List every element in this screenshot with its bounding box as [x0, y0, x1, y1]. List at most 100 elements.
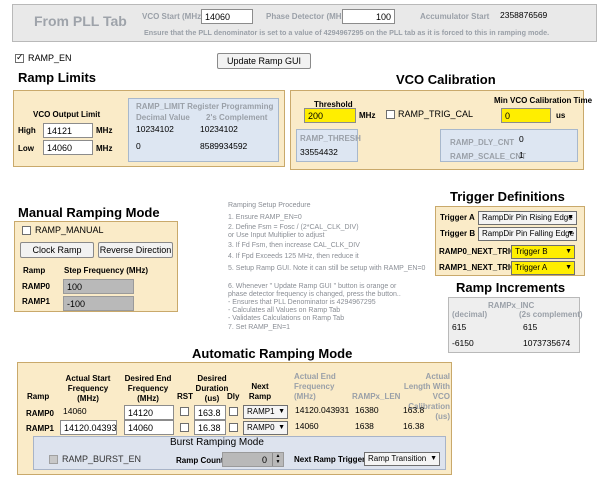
chevron-down-icon: ▼	[430, 455, 437, 462]
vco-start-label: VCO Start (MHz)	[142, 12, 204, 21]
automatic-ramping-title: Automatic Ramping Mode	[192, 346, 353, 361]
ramp-count-spinner[interactable]: ▲ ▼	[272, 453, 283, 466]
chevron-down-icon: ▼	[278, 408, 285, 415]
ramp-trig-cal-checkbox[interactable]	[386, 110, 395, 119]
ramp-increments-title: Ramp Increments	[456, 280, 566, 295]
ramp-trig-cal-label: RAMP_TRIG_CAL	[398, 109, 474, 119]
ramp-en-checkbox[interactable]	[15, 52, 24, 63]
ramp-dly-cnt-label: RAMP_DLY_CNT	[450, 138, 515, 147]
procedure-line: 5. Setup Ramp GUI. Note it can still be …	[228, 265, 426, 272]
auto-ramp1-desired-end-field[interactable]: 14060	[124, 420, 174, 435]
auto-ramp1-duration-field[interactable]: 16.38	[194, 420, 226, 435]
auto-ramp1-len: 1638	[355, 421, 374, 431]
auto-ramp1-rst-checkbox[interactable]	[180, 423, 189, 432]
chevron-down-icon: ▼	[567, 230, 574, 237]
update-ramp-gui-button[interactable]: Update Ramp GUI	[217, 53, 311, 69]
inc-complement-col: (2s complement)	[519, 310, 583, 319]
inc-row0-complement: 615	[523, 322, 538, 332]
ramp-scale-cnt-value: 1	[519, 150, 524, 160]
chevron-down-icon: ▼	[565, 264, 572, 271]
phase-detector-label: Phase Detector (MHz)	[266, 12, 349, 21]
burst-ramping-title: Burst Ramping Mode	[170, 437, 264, 448]
low-complement-value: 8589934592	[200, 141, 248, 151]
trigger-b-label: Trigger B	[440, 229, 476, 238]
auto-ramp-col: Ramp	[27, 392, 50, 401]
register-programming-title: RAMP_LIMIT Register Programming	[136, 102, 274, 111]
ramp1-next-trig-value: Trigger A	[515, 263, 548, 272]
clock-ramp-button[interactable]: Clock Ramp	[20, 242, 94, 258]
trigger-b-select[interactable]: RampDir Pin Falling Edge ▼	[478, 227, 577, 241]
ramp-count-value: 0	[261, 455, 267, 465]
min-cal-time-label: Min VCO Calibration Time	[494, 96, 593, 105]
procedure-line: - Validates Calculations on Ramp Tab	[228, 315, 345, 322]
auto-ramp0-actual-end: 14120.043931	[295, 405, 350, 415]
denominator-notice: Ensure that the PLL denominator is set t…	[144, 28, 550, 37]
high-complement-value: 10234102	[200, 124, 238, 134]
vco-calibration-title: VCO Calibration	[396, 72, 496, 87]
auto-ramp0-actual-length: 163.8	[403, 405, 425, 415]
auto-ramp0-label: RAMP0	[26, 409, 55, 418]
low-limit-field[interactable]: 14060	[43, 140, 93, 155]
high-limit-field[interactable]: 14121	[43, 123, 93, 138]
manual-step-col: Step Frequency (MHz)	[64, 266, 149, 275]
chevron-down-icon: ▼	[567, 214, 574, 221]
manual-ramp1-step-field[interactable]: -100	[63, 296, 134, 311]
ramp0-next-trig-value: Trigger B	[515, 247, 548, 256]
vco-start-field[interactable]: 14060	[201, 9, 253, 24]
trigger-definitions-title: Trigger Definitions	[450, 189, 565, 204]
accumulator-start-value: 2358876569	[500, 10, 548, 20]
inc-row1-complement: 1073735674	[523, 338, 571, 348]
manual-ramp1-label: RAMP1	[22, 297, 51, 306]
manual-ramp0-step-field[interactable]: 100	[63, 279, 134, 294]
high-unit: MHz	[96, 126, 113, 135]
inc-decimal-col: (decimal)	[452, 310, 488, 319]
manual-ramp0-label: RAMP0	[22, 282, 51, 291]
reverse-direction-button[interactable]: Reverse Direction	[98, 242, 173, 258]
low-label: Low	[18, 144, 34, 153]
high-label: High	[18, 126, 36, 135]
auto-ramp0-duration-field[interactable]: 163.8	[194, 405, 226, 420]
next-ramp-col: Next Ramp	[248, 382, 272, 401]
auto-ramp1-actual-end: 14060	[295, 421, 319, 431]
auto-ramp1-dly-checkbox[interactable]	[229, 423, 238, 432]
ramp1-next-trig-label: RAMP1_NEXT_TRIG	[439, 263, 517, 272]
auto-ramp1-label: RAMP1	[26, 424, 55, 433]
ramp-burst-en-label: RAMP_BURST_EN	[62, 454, 142, 464]
manual-ramping-title: Manual Ramping Mode	[18, 205, 160, 220]
ramp-manual-checkbox[interactable]	[22, 226, 31, 235]
ramp-en-label: RAMP_EN	[28, 53, 72, 63]
ramp-burst-en-checkbox[interactable]	[49, 455, 58, 464]
auto-ramp0-len: 16380	[355, 405, 379, 415]
actual-start-col: Actual Start Frequency (MHz)	[65, 374, 111, 403]
ramp-thresh-value: 33554432	[300, 147, 338, 157]
auto-ramp0-dly-checkbox[interactable]	[229, 407, 238, 416]
trigger-a-select-value: RampDir Pin Rising Edge	[482, 213, 573, 222]
decimal-value-label: Decimal Value	[136, 113, 190, 122]
min-cal-time-field[interactable]: 0	[501, 108, 551, 123]
auto-ramp0-desired-end-field[interactable]: 14120	[124, 405, 174, 420]
ramp-dly-cnt-value: 0	[519, 134, 524, 144]
min-cal-time-unit: us	[556, 111, 566, 120]
auto-ramp0-next-select[interactable]: RAMP1 ▼	[243, 405, 288, 419]
ramp1-next-trig-select[interactable]: Trigger A ▼	[511, 261, 575, 275]
inc-row0-decimal: 615	[452, 322, 467, 332]
threshold-field[interactable]: 200	[304, 108, 356, 123]
next-ramp-trigger-value: Ramp Transition	[368, 454, 427, 463]
procedure-title: Ramping Setup Procedure	[228, 202, 311, 209]
ramp-limits-title: Ramp Limits	[18, 70, 97, 85]
auto-ramp0-rst-checkbox[interactable]	[180, 407, 189, 416]
auto-ramp1-next-select[interactable]: RAMP0 ▼	[243, 421, 288, 435]
procedure-line: 3. If Fd Fsm, then increase CAL_CLK_DIV	[228, 242, 360, 249]
next-ramp-trigger-select[interactable]: Ramp Transition ▼	[364, 452, 440, 466]
auto-ramp1-actual-length: 16.38	[403, 421, 425, 431]
manual-ramp-col: Ramp	[23, 266, 46, 275]
phase-detector-field[interactable]: 100	[342, 9, 395, 24]
threshold-unit: MHz	[359, 111, 376, 120]
ramp0-next-trig-select[interactable]: Trigger B ▼	[511, 245, 575, 259]
inc-row1-decimal: -6150	[452, 338, 474, 348]
trigger-b-select-value: RampDir Pin Falling Edge	[482, 229, 575, 238]
low-unit: MHz	[96, 144, 113, 153]
auto-ramp1-actual-start: 14120.043931	[60, 420, 117, 435]
auto-ramp0-next-value: RAMP1	[247, 407, 275, 416]
trigger-a-select[interactable]: RampDir Pin Rising Edge ▼	[478, 211, 577, 225]
